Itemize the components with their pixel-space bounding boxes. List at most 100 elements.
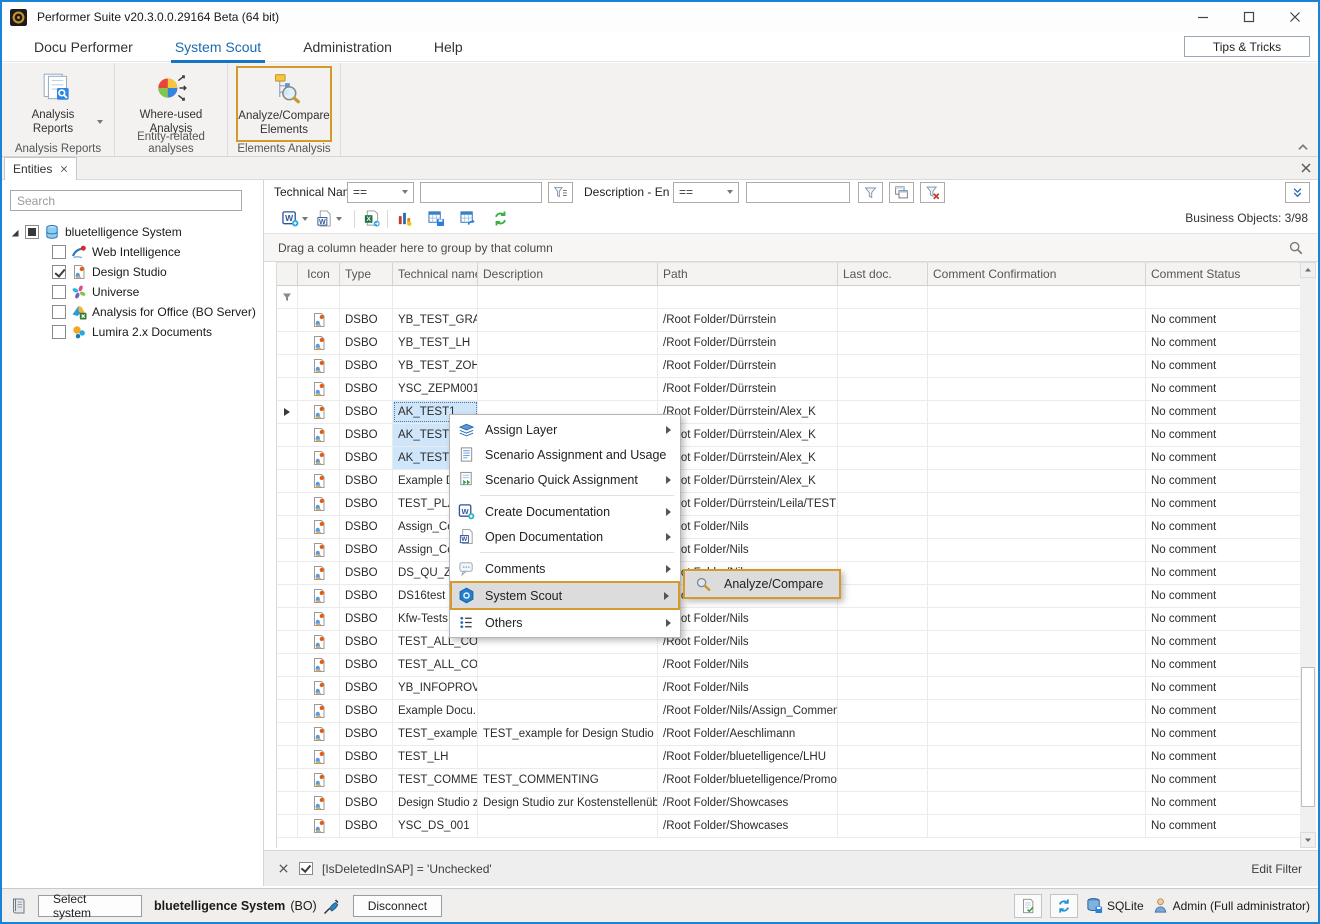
cell-technical-name[interactable]: YSC_DS_001 bbox=[393, 815, 478, 837]
cell-technical-name[interactable]: YB_TEST_ZOHO bbox=[393, 355, 478, 377]
menu-item-others[interactable]: Others bbox=[450, 610, 680, 635]
cell-path[interactable]: /Root Folder/Nils bbox=[658, 539, 838, 561]
cell-comment-status[interactable]: No comment bbox=[1146, 585, 1305, 607]
table-row[interactable]: DSBODesign Studio z...Design Studio zur … bbox=[277, 792, 1305, 815]
tree-item-universe[interactable]: Universe bbox=[2, 282, 263, 302]
cell-comment-status[interactable]: No comment bbox=[1146, 562, 1305, 584]
cell-last-doc[interactable] bbox=[838, 447, 928, 469]
grid-vertical-scrollbar[interactable] bbox=[1300, 262, 1316, 848]
export-excel-icon[interactable]: X bbox=[361, 209, 381, 229]
cell-last-doc[interactable] bbox=[838, 792, 928, 814]
cell-last-doc[interactable] bbox=[838, 746, 928, 768]
menu-item-create-documentation[interactable]: WCreate Documentation bbox=[450, 499, 680, 524]
cell-description[interactable] bbox=[478, 332, 658, 354]
sync-button[interactable] bbox=[1050, 894, 1078, 918]
cell-last-doc[interactable] bbox=[838, 424, 928, 446]
technical-name-filter-options-button[interactable] bbox=[548, 182, 573, 203]
cell-type[interactable]: DSBO bbox=[340, 470, 393, 492]
cell-path[interactable]: /Root Folder/Showcases bbox=[658, 792, 838, 814]
cell-technical-name[interactable]: TEST_ALL_CO... bbox=[393, 654, 478, 676]
cell-comment-status[interactable]: No comment bbox=[1146, 332, 1305, 354]
cell-comment-confirmation[interactable] bbox=[928, 700, 1146, 722]
cell-technical-name[interactable]: Design Studio z... bbox=[393, 792, 478, 814]
cell-technical-name[interactable]: TEST_COMME... bbox=[393, 769, 478, 791]
cell-comment-confirmation[interactable] bbox=[928, 378, 1146, 400]
column-header-comment-status[interactable]: Comment Status bbox=[1146, 263, 1305, 285]
table-row[interactable]: DSBOTEST_ALL_CO.../Root Folder/NilsNo co… bbox=[277, 654, 1305, 677]
cell-path[interactable]: /Root Folder/Dürrstein/Alex_K bbox=[658, 470, 838, 492]
table-row[interactable]: DSBOAK_TEST3/Root Folder/Dürrstein/Alex_… bbox=[277, 447, 1305, 470]
cell-path[interactable]: /Root Folder/Showcases bbox=[658, 815, 838, 837]
cell-type[interactable]: DSBO bbox=[340, 608, 393, 630]
description-operator-select[interactable]: == bbox=[673, 182, 739, 203]
table-row[interactable]: DSBOExample Doc/Root Folder/Dürrstein/Al… bbox=[277, 470, 1305, 493]
filter-row-cell[interactable] bbox=[393, 286, 478, 308]
cell-description[interactable] bbox=[478, 378, 658, 400]
cell-comment-confirmation[interactable] bbox=[928, 608, 1146, 630]
cell-comment-confirmation[interactable] bbox=[928, 424, 1146, 446]
disconnect-button[interactable]: Disconnect bbox=[353, 895, 442, 917]
tree-checkbox-analysis-for-office-bo-server[interactable] bbox=[52, 305, 66, 319]
menu-item-scenario-quick-assignment[interactable]: Scenario Quick Assignment bbox=[450, 467, 680, 492]
tree-item-design-studio[interactable]: Design Studio bbox=[2, 262, 263, 282]
tree-expander-icon[interactable] bbox=[10, 227, 20, 237]
cell-type[interactable]: DSBO bbox=[340, 378, 393, 400]
cell-type[interactable]: DSBO bbox=[340, 355, 393, 377]
cell-comment-status[interactable]: No comment bbox=[1146, 401, 1305, 423]
tree-item-lumira-2-x-documents[interactable]: Lumira 2.x Documents bbox=[2, 322, 263, 342]
cell-type[interactable]: DSBO bbox=[340, 516, 393, 538]
row-type-icon-cell[interactable] bbox=[298, 700, 340, 722]
column-header-last-doc[interactable]: Last doc. bbox=[838, 263, 928, 285]
menu-item-open-documentation[interactable]: WOpen Documentation bbox=[450, 524, 680, 549]
cell-type[interactable]: DSBO bbox=[340, 401, 393, 423]
cell-type[interactable]: DSBO bbox=[340, 769, 393, 791]
tree-checkbox-universe[interactable] bbox=[52, 285, 66, 299]
cell-comment-status[interactable]: No comment bbox=[1146, 700, 1305, 722]
tree-item-web-intelligence[interactable]: Web Intelligence bbox=[2, 242, 263, 262]
column-header-type[interactable]: Type bbox=[340, 263, 393, 285]
cell-type[interactable]: DSBO bbox=[340, 792, 393, 814]
cell-comment-status[interactable]: No comment bbox=[1146, 654, 1305, 676]
expand-filters-button[interactable] bbox=[1285, 182, 1310, 203]
cell-type[interactable]: DSBO bbox=[340, 700, 393, 722]
cell-path[interactable]: /Root Folder/Dürrstein/Alex_K bbox=[658, 401, 838, 423]
row-type-icon-cell[interactable] bbox=[298, 631, 340, 653]
cell-comment-status[interactable]: No comment bbox=[1146, 355, 1305, 377]
cell-path[interactable]: /Root Folder/Dürrstein bbox=[658, 378, 838, 400]
tree-item-bluetelligence-system[interactable]: bluetelligence System bbox=[2, 222, 263, 242]
cell-type[interactable]: DSBO bbox=[340, 493, 393, 515]
cell-path[interactable]: /Root Folder/Nils bbox=[658, 677, 838, 699]
refresh-icon[interactable] bbox=[490, 209, 510, 229]
ribbon-button-analyze-compare-elements[interactable]: Analyze/Compare Elements bbox=[236, 66, 332, 142]
ribbon-button-analysis-reports[interactable]: Analysis Reports bbox=[10, 66, 106, 140]
ribbon-button-where-used-analysis[interactable]: Where-used Analysis bbox=[123, 66, 219, 140]
cell-path[interactable]: /Root Folder/Nils/Assign_Commen... bbox=[658, 700, 838, 722]
cell-type[interactable]: DSBO bbox=[340, 815, 393, 837]
cell-last-doc[interactable] bbox=[838, 585, 928, 607]
table-row[interactable]: DSBOTEST_exampleTEST_example for Design … bbox=[277, 723, 1305, 746]
cell-type[interactable]: DSBO bbox=[340, 539, 393, 561]
cell-description[interactable]: TEST_COMMENTING bbox=[478, 769, 658, 791]
row-type-icon-cell[interactable] bbox=[298, 493, 340, 515]
cell-last-doc[interactable] bbox=[838, 470, 928, 492]
cell-last-doc[interactable] bbox=[838, 700, 928, 722]
cell-comment-status[interactable]: No comment bbox=[1146, 424, 1305, 446]
row-type-icon-cell[interactable] bbox=[298, 401, 340, 423]
cell-type[interactable]: DSBO bbox=[340, 309, 393, 331]
row-type-icon-cell[interactable] bbox=[298, 539, 340, 561]
table-row[interactable]: DSBOYB_TEST_LH/Root Folder/DürrsteinNo c… bbox=[277, 332, 1305, 355]
row-type-icon-cell[interactable] bbox=[298, 309, 340, 331]
cell-description[interactable] bbox=[478, 700, 658, 722]
chart-icon[interactable] bbox=[394, 209, 414, 229]
column-header-technical-name[interactable]: Technical name bbox=[393, 263, 478, 285]
cell-path[interactable]: /Root Folder/Nils bbox=[658, 608, 838, 630]
cell-last-doc[interactable] bbox=[838, 516, 928, 538]
cell-comment-status[interactable]: No comment bbox=[1146, 539, 1305, 561]
cell-comment-confirmation[interactable] bbox=[928, 769, 1146, 791]
tree-item-analysis-for-office-bo-server[interactable]: Analysis for Office (BO Server) bbox=[2, 302, 263, 322]
filter-enabled-checkbox[interactable] bbox=[299, 862, 313, 875]
cell-technical-name[interactable]: TEST_example bbox=[393, 723, 478, 745]
clear-filter-button[interactable] bbox=[920, 182, 945, 203]
cell-last-doc[interactable] bbox=[838, 677, 928, 699]
table-row[interactable]: DSBOKfw-Tests/Root Folder/NilsNo comment bbox=[277, 608, 1305, 631]
